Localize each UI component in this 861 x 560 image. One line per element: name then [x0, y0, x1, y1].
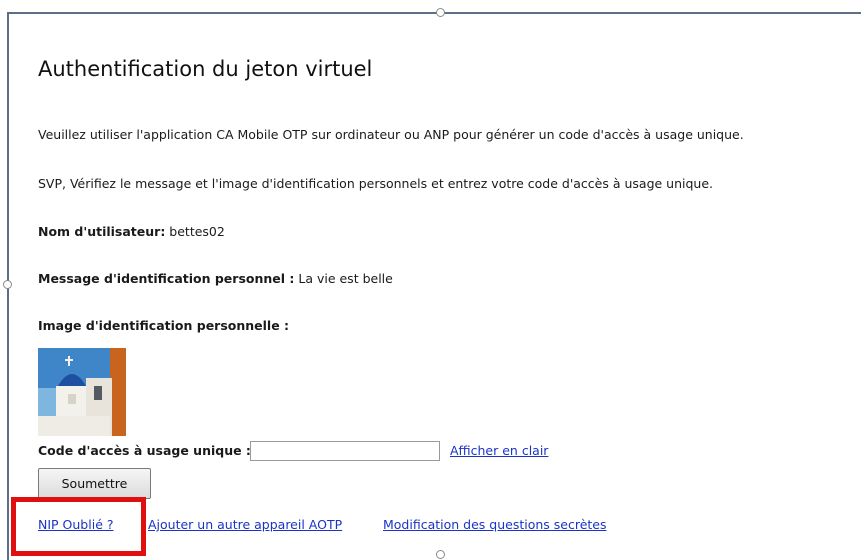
photo-terrace [38, 416, 110, 436]
instruction-text-2: SVP, Vérifiez le message et l'image d'id… [38, 176, 714, 191]
resize-handle-left[interactable] [3, 280, 12, 289]
instruction-text-1: Veuillez utiliser l'application CA Mobil… [38, 127, 744, 142]
personal-message-row: Message d'identification personnel : La … [38, 271, 393, 286]
page-title: Authentification du jeton virtuel [38, 57, 373, 81]
personal-image-label: Image d'identification personnelle : [38, 318, 290, 333]
add-device-link[interactable]: Ajouter un autre appareil AOTP [148, 517, 342, 532]
highlight-box [11, 497, 146, 556]
username-value: bettes02 [165, 224, 225, 239]
modify-secret-questions-link[interactable]: Modification des questions secrètes [383, 517, 607, 532]
otp-label: Code d'accès à usage unique : [38, 443, 251, 458]
personal-identification-image [38, 348, 126, 436]
personal-message-value: La vie est belle [294, 271, 393, 286]
photo-bell-opening [94, 386, 102, 400]
personal-message-label: Message d'identification personnel : [38, 271, 295, 286]
otp-input[interactable] [250, 441, 440, 461]
resize-handle-bottom[interactable] [436, 550, 445, 559]
submit-button[interactable]: Soumettre [38, 468, 151, 499]
username-label: Nom d'utilisateur: [38, 224, 166, 239]
show-clear-link[interactable]: Afficher en clair [450, 443, 548, 458]
photo-church-window [68, 394, 76, 404]
username-row: Nom d'utilisateur: bettes02 [38, 224, 225, 239]
resize-handle-top[interactable] [436, 8, 445, 17]
otp-label-text: Code d'accès à usage unique : [38, 443, 251, 458]
photo-cross-horizontal [65, 359, 73, 361]
photo-orange-wall [110, 348, 126, 436]
